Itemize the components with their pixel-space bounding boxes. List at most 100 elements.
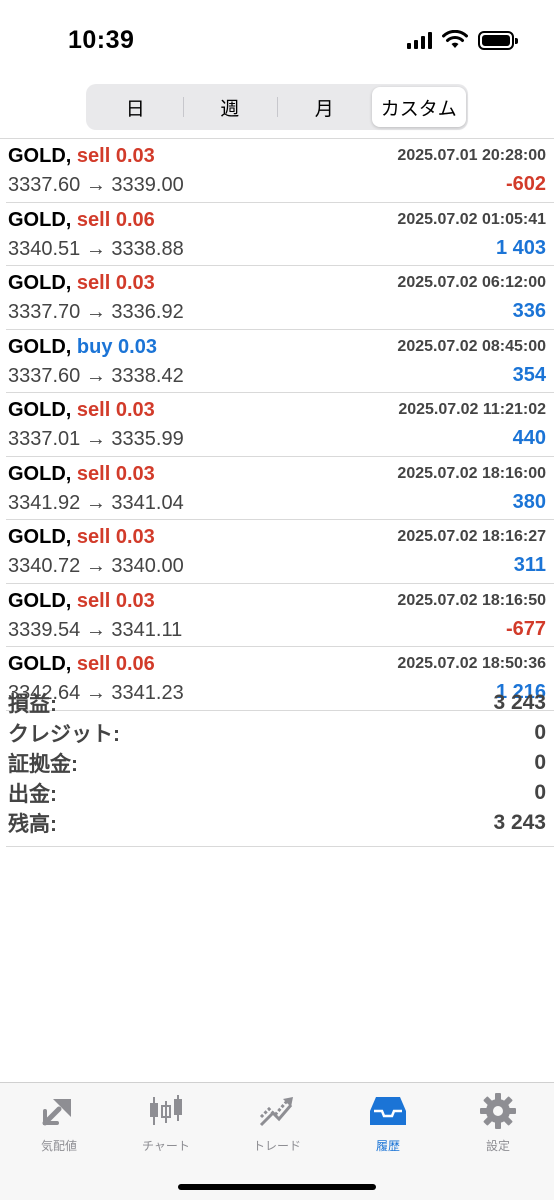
trade-time: 2025.07.02 18:16:27 [397,528,546,545]
trade-symbol: GOLD, sell 0.03 [8,463,155,486]
home-indicator [178,1184,376,1190]
bottom-tab-bar: 気配値 チャート トレード 履歴 設定 [0,1082,554,1200]
trade-prices: 3337.60 → 3338.42 [8,364,184,387]
trade-prices: 3337.01 → 3335.99 [8,428,184,450]
trade-profit: 380 [512,490,546,513]
chart-icon [150,1095,182,1125]
settings-icon [480,1093,516,1129]
trade-side: sell 0.03 [76,526,155,548]
trade-profit: 336 [512,300,546,322]
trade-profit: 440 [512,427,546,449]
trade-time: 2025.07.02 11:21:02 [398,401,546,418]
cellular-signal-icon [407,31,432,49]
trade-row[interactable]: GOLD, sell 0.03 2025.07.01 20:28:00 3337.6… [6,139,554,203]
summary-label: 残高: [8,813,57,836]
trade-row[interactable]: GOLD, sell 0.03 2025.07.02 11:21:02 3337.0… [6,393,554,457]
tab-chart[interactable]: チャート [116,1091,216,1154]
battery-icon [478,30,518,50]
trade-row[interactable]: GOLD, buy 0.03 2025.07.02 08:45:00 3337.60… [6,330,554,393]
trade-time: 2025.07.02 08:45:00 [397,337,546,355]
account-summary: 損益: 3 243 クレジット: 0 証拠金: 0 出金: 0 残高: 3 243 [6,688,554,847]
trade-time: 2025.07.02 06:12:00 [397,274,546,291]
symbol-text: GOLD, [8,653,72,675]
trade-row[interactable]: GOLD, sell 0.03 2025.07.02 18:16:00 3341.9… [6,457,554,520]
trade-time: 2025.07.02 18:16:00 [397,464,546,482]
trade-side: buy 0.03 [76,335,157,358]
trade-prices: 3337.70 → 3336.92 [8,301,184,323]
summary-row: 証拠金: 0 [6,748,554,778]
trade-side: sell 0.03 [76,272,155,294]
status-icons [407,30,518,50]
symbol-text: GOLD, [8,335,72,358]
trade-profit: -602 [505,173,546,195]
trade-symbol: GOLD, sell 0.03 [8,590,155,613]
trade-profit: -677 [505,617,546,640]
trade-side: sell 0.03 [76,589,155,612]
symbol-text: GOLD, [8,272,72,294]
summary-row: クレジット: 0 [6,718,554,748]
tab-history[interactable]: 履歴 [338,1091,438,1154]
wifi-icon [442,30,468,48]
tab-label: 気配値 [40,1139,77,1153]
symbol-text: GOLD, [8,399,72,421]
summary-label: 出金: [8,783,57,806]
trade-symbol: GOLD, sell 0.03 [8,272,155,295]
segment-week[interactable]: 週 [182,87,278,127]
trade-side: sell 0.06 [76,653,155,675]
summary-value: 0 [534,721,546,744]
history-icon [370,1097,406,1125]
segment-month[interactable]: 月 [277,87,372,127]
tab-settings[interactable]: 設定 [448,1091,548,1154]
trade-icon [259,1097,293,1127]
tab-quotes[interactable]: 気配値 [9,1091,109,1154]
segment-day[interactable]: 日 [88,87,183,127]
trade-time: 2025.07.02 18:50:36 [397,655,546,672]
trade-profit: 354 [512,363,546,386]
trade-prices: 3337.60 → 3339.00 [8,174,184,196]
symbol-text: GOLD, [8,462,72,485]
symbol-text: GOLD, [8,208,72,231]
trade-prices: 3340.51 → 3338.88 [8,237,184,260]
trade-side: sell 0.03 [76,145,155,167]
trade-symbol: GOLD, sell 0.03 [8,399,155,422]
tab-trade[interactable]: トレード [227,1091,327,1154]
trade-side: sell 0.03 [76,399,155,421]
trade-row[interactable]: GOLD, sell 0.06 2025.07.02 01:05:41 3340.5… [6,203,554,266]
segment-custom[interactable]: カスタム [371,87,466,127]
summary-label: クレジット: [8,723,120,746]
trade-row[interactable]: GOLD, sell 0.03 2025.07.02 18:16:50 3339.5… [6,584,554,647]
quotes-icon [42,1099,71,1126]
tab-label: チャート [142,1139,190,1153]
trade-symbol: GOLD, sell 0.03 [8,145,155,168]
trade-side: sell 0.06 [76,208,155,231]
trade-row[interactable]: GOLD, sell 0.03 2025.07.02 18:16:27 3340.7… [6,520,554,584]
trade-symbol: GOLD, buy 0.03 [8,336,157,359]
trade-time: 2025.07.02 18:16:50 [397,591,546,609]
trade-symbol: GOLD, sell 0.03 [8,526,155,549]
tab-label: 履歴 [375,1139,400,1153]
tab-label: トレード [252,1139,301,1153]
tab-label: 設定 [485,1139,510,1153]
trade-row[interactable]: GOLD, sell 0.03 2025.07.02 06:12:00 3337.7… [6,266,554,330]
symbol-text: GOLD, [8,589,72,612]
trade-time: 2025.07.02 01:05:41 [397,210,546,228]
summary-value: 3 243 [493,691,546,714]
trade-prices: 3340.72 → 3340.00 [8,555,184,577]
trade-profit: 311 [513,554,546,576]
trade-profit: 1 403 [495,236,546,259]
trade-symbol: GOLD, sell 0.06 [8,209,155,232]
trade-side: sell 0.03 [76,462,155,485]
status-time: 10:39 [68,26,135,54]
status-bar: 10:39 [0,0,554,78]
summary-value: 3 243 [493,811,546,834]
summary-row: 残高: 3 243 [6,808,554,838]
summary-label: 証拠金: [8,753,78,776]
summary-label: 損益: [8,693,57,716]
summary-value: 0 [534,751,546,774]
summary-row: 出金: 0 [6,778,554,808]
symbol-text: GOLD, [8,526,72,548]
trade-prices: 3339.54 → 3341.11 [8,618,183,641]
summary-row: 損益: 3 243 [6,688,554,718]
period-segmented-control: 日 週 月 カスタム [86,84,468,130]
trade-time: 2025.07.01 20:28:00 [397,147,546,164]
